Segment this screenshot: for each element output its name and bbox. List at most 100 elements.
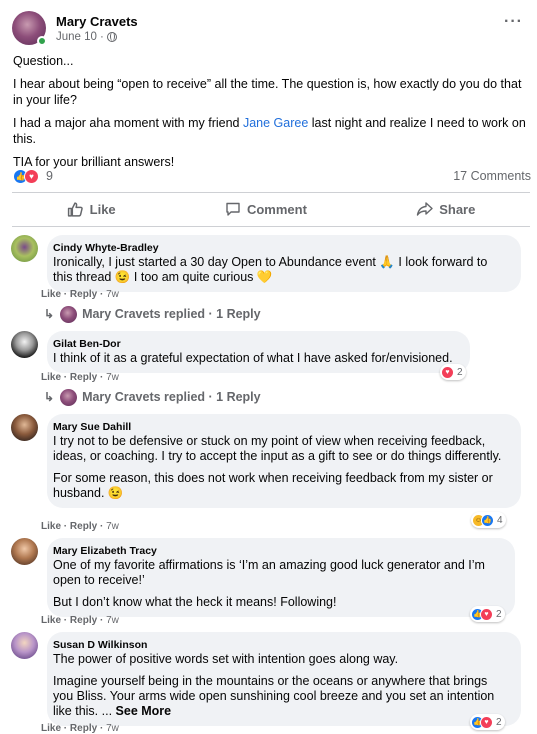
- comment-actions: Like · Reply · 7w: [41, 289, 119, 300]
- comment-reaction-badge[interactable]: ☺ 👍 4: [471, 512, 506, 528]
- comment-reply-button[interactable]: Reply: [70, 289, 97, 300]
- post-paragraph-2: I hear about being “open to receive” all…: [13, 77, 522, 107]
- commenter-name[interactable]: Cindy Whyte-Bradley: [53, 241, 510, 255]
- commenter-avatar[interactable]: [11, 235, 38, 262]
- comment-time[interactable]: 7w: [106, 615, 119, 626]
- comment-text: One of my favorite affirmations is ‘I’m …: [53, 558, 504, 610]
- meta-separator: ·: [99, 30, 104, 43]
- winking-face-icon: 😉: [107, 486, 124, 500]
- comment-time[interactable]: 7w: [106, 372, 119, 383]
- commenter-avatar[interactable]: [11, 538, 38, 565]
- comment-text-part: Ironically, I just started a 30 day Open…: [53, 255, 380, 269]
- love-reaction-icon: ♥: [480, 607, 493, 621]
- winking-face-icon: 😉: [114, 270, 131, 284]
- comment-paragraph: I try not to be defensive or stuck on my…: [53, 434, 502, 463]
- action-separator: ·: [63, 521, 68, 532]
- comment-text: I try not to be defensive or stuck on my…: [53, 434, 510, 501]
- divider: [12, 226, 530, 227]
- facebook-post: Mary Cravets June 10 · ··· Question... I…: [0, 0, 537, 734]
- post-actions: Like Comment Share: [12, 196, 530, 222]
- post-paragraph-3: I had a major aha moment with my friend …: [13, 115, 527, 147]
- reaction-summary[interactable]: 👍 ♥ 9: [13, 168, 53, 184]
- comment-bubble: Mary Elizabeth Tracy One of my favorite …: [47, 538, 515, 617]
- comment-time[interactable]: 7w: [106, 723, 119, 734]
- post-date[interactable]: June 10: [56, 31, 97, 43]
- replies-text: Mary Cravets replied · 1 Reply: [82, 307, 261, 321]
- comment-like-button[interactable]: Like: [41, 289, 61, 300]
- praying-hands-icon: 🙏: [379, 255, 395, 269]
- comment-actions: Like · Reply · 7w: [41, 372, 119, 383]
- post-header: Mary Cravets June 10 ·: [12, 11, 138, 46]
- comment-reaction-badge[interactable]: 👍 ♥ 2: [470, 714, 505, 730]
- comment-actions: Like · Reply · 7w: [41, 723, 119, 734]
- commenter-name[interactable]: Gilat Ben-Dor: [53, 337, 459, 351]
- post-paragraph-3-start: I had a major aha moment with my friend: [13, 116, 243, 130]
- replies-text: Mary Cravets replied · 1 Reply: [82, 390, 261, 404]
- commenter-name[interactable]: Mary Elizabeth Tracy: [53, 544, 504, 558]
- comment-button[interactable]: Comment: [225, 201, 307, 217]
- comment-actions: Like · Reply · 7w: [41, 615, 119, 626]
- comment-paragraph: Imagine yourself being in the mountains …: [53, 674, 510, 719]
- comment-actions: Like · Reply · 7w: [41, 521, 119, 532]
- comment-reply-button[interactable]: Reply: [70, 372, 97, 383]
- comment-like-button[interactable]: Like: [41, 372, 61, 383]
- commenter-avatar[interactable]: [11, 414, 38, 441]
- comment-button-label: Comment: [246, 201, 307, 217]
- reply-arrow-icon: ↳: [44, 390, 55, 404]
- comment-reply-button[interactable]: Reply: [70, 723, 97, 734]
- love-reaction-icon: ♥: [480, 715, 493, 729]
- comment-reply-button[interactable]: Reply: [70, 521, 97, 532]
- like-button-label: Like: [89, 201, 116, 217]
- comment-reaction-count: 2: [457, 366, 463, 378]
- post-meta: June 10 ·: [56, 31, 138, 43]
- comment-reaction-badge[interactable]: ♥ 2: [440, 364, 466, 380]
- comment-time[interactable]: 7w: [106, 289, 119, 300]
- divider: [12, 192, 530, 193]
- comment-reaction-count: 2: [496, 608, 502, 620]
- comment-paragraph: But I don’t know what the heck it means!…: [53, 595, 337, 609]
- action-separator: ·: [99, 521, 104, 532]
- love-reaction-icon: ♥: [441, 365, 454, 379]
- comment-paragraph: For some reason, this does not work when…: [53, 471, 510, 501]
- comment-text: I think of it as a grateful expectation …: [53, 351, 453, 365]
- replier-avatar: [60, 388, 78, 406]
- comment-like-button[interactable]: Like: [41, 723, 61, 734]
- see-more-link[interactable]: See More: [116, 704, 172, 718]
- comment-like-button[interactable]: Like: [41, 615, 61, 626]
- comment-count[interactable]: 17 Comments: [453, 169, 531, 183]
- commenter-name[interactable]: Susan D Wilkinson: [53, 638, 510, 652]
- comment-like-button[interactable]: Like: [41, 521, 61, 532]
- reactions-bar: 👍 ♥ 9 17 Comments: [13, 167, 531, 185]
- like-button[interactable]: Like: [67, 201, 116, 218]
- like-reaction-icon: 👍: [481, 513, 494, 527]
- mention-link[interactable]: Jane Garee: [243, 116, 308, 130]
- comment-bubble: Gilat Ben-Dor I think of it as a gratefu…: [47, 331, 470, 373]
- commenter-avatar[interactable]: [11, 331, 38, 358]
- comment-reaction-count: 2: [496, 716, 502, 728]
- reply-arrow-icon: ↳: [44, 307, 55, 321]
- online-status-dot: [37, 36, 47, 46]
- yellow-heart-icon: 💛: [256, 270, 273, 284]
- comment-text: The power of positive words set with int…: [53, 652, 510, 719]
- thumbs-up-icon: [67, 201, 83, 217]
- commenter-avatar[interactable]: [11, 632, 38, 659]
- commenter-name[interactable]: Mary Sue Dahill: [53, 420, 510, 434]
- replier-avatar: [60, 305, 78, 323]
- comment-reply-button[interactable]: Reply: [70, 615, 97, 626]
- comment-time[interactable]: 7w: [106, 521, 119, 532]
- comment-reaction-badge[interactable]: 👍 ♥ 2: [470, 606, 505, 622]
- love-reaction-icon: ♥: [24, 168, 39, 184]
- comment-text-part: I too am quite curious: [130, 270, 257, 284]
- action-separator: ·: [99, 372, 104, 383]
- action-separator: ·: [63, 615, 68, 626]
- ellipsis-icon[interactable]: ···: [504, 14, 523, 30]
- share-icon: [417, 202, 433, 216]
- author-name[interactable]: Mary Cravets: [56, 14, 138, 29]
- share-button[interactable]: Share: [416, 201, 475, 217]
- action-separator: ·: [99, 615, 104, 626]
- view-replies-link[interactable]: ↳ Mary Cravets replied · 1 Reply: [44, 388, 261, 406]
- comment-reaction-count: 4: [497, 514, 503, 526]
- post-body: Question... I hear about being “open to …: [13, 53, 527, 177]
- view-replies-link[interactable]: ↳ Mary Cravets replied · 1 Reply: [44, 305, 261, 323]
- author-avatar[interactable]: [12, 11, 47, 46]
